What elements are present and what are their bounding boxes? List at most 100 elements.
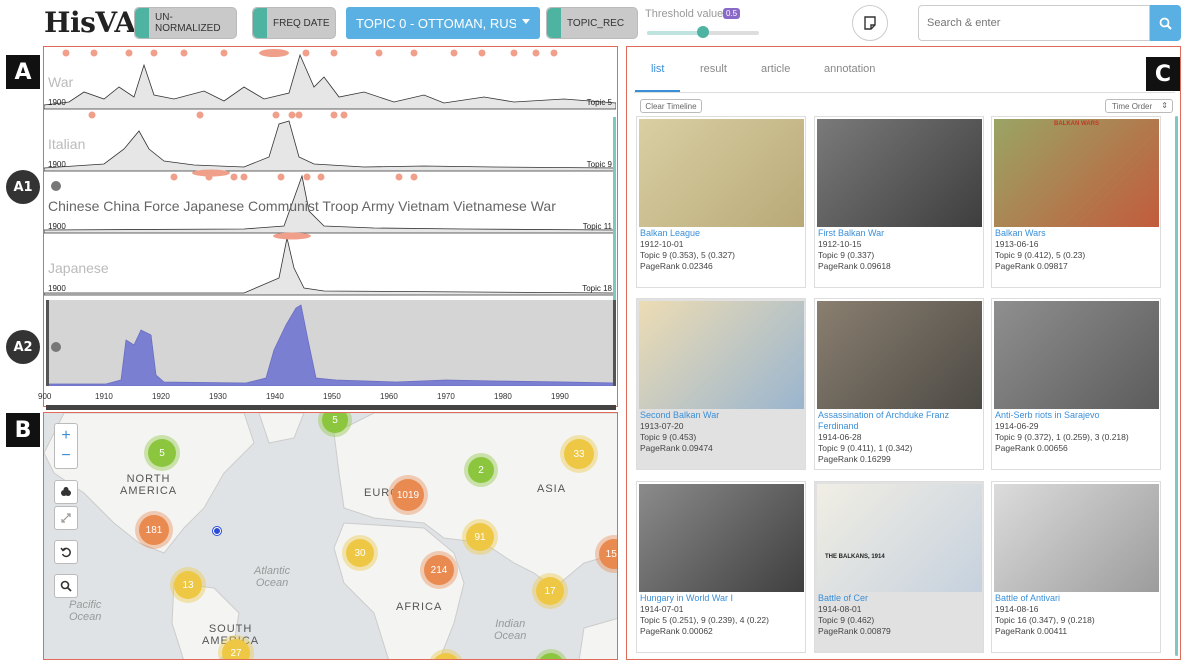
map-cluster[interactable]: 91 (466, 523, 494, 551)
article-thumbnail[interactable]: BALKAN WARS (994, 119, 1159, 227)
reset-view-button[interactable] (54, 540, 78, 564)
map-cluster[interactable]: 17 (536, 577, 564, 605)
card-title[interactable]: Hungary in World War I (640, 593, 804, 604)
tab-list[interactable]: list (651, 63, 664, 75)
tab-article[interactable]: article (761, 63, 790, 75)
event-dot[interactable] (277, 173, 285, 181)
timeline-area[interactable] (44, 237, 616, 296)
map-cluster[interactable]: 181 (139, 515, 169, 545)
event-dot[interactable] (220, 49, 228, 57)
card-title[interactable]: Balkan League (640, 228, 804, 239)
timeline-area[interactable] (44, 120, 616, 172)
event-dot[interactable] (150, 49, 158, 57)
tab-result[interactable]: result (700, 63, 727, 75)
event-dot[interactable] (330, 111, 338, 119)
event-dot[interactable] (88, 111, 96, 119)
event-dot[interactable] (303, 173, 311, 181)
topic-timelines[interactable]: War 1900 Topic 5 Italian 1900 Topic 9 Chinese … (44, 47, 616, 299)
location-marker[interactable] (213, 527, 221, 535)
topic-rec-toggle[interactable]: TOPIC_REC (546, 7, 638, 39)
event-dot[interactable] (532, 49, 540, 57)
card-title[interactable]: First Balkan War (818, 228, 982, 239)
event-dot[interactable] (125, 49, 133, 57)
event-dot[interactable] (395, 173, 403, 181)
article-thumbnail[interactable] (994, 301, 1159, 409)
map-panel[interactable]: NORTH AMERICAEUROPEASIAAFRICASOUTH AMERI… (43, 412, 618, 660)
annotation-button[interactable] (852, 5, 888, 41)
card-title[interactable]: Balkan Wars (995, 228, 1159, 239)
brush-handle-left[interactable] (46, 300, 49, 386)
world-map[interactable] (44, 413, 618, 660)
result-card[interactable]: BALKAN WARS Balkan Wars 1913-06-16 Topic 9 … (991, 116, 1161, 288)
event-cluster[interactable] (259, 49, 289, 57)
event-dot[interactable] (230, 173, 238, 181)
map-cluster[interactable]: 13 (174, 571, 202, 599)
map-cluster[interactable]: 1019 (392, 479, 424, 511)
article-thumbnail[interactable]: THE BALKANS, 1914 (817, 484, 982, 592)
topic-dropdown[interactable]: TOPIC 0 - OTTOMAN, RUSSIA (346, 7, 540, 39)
result-card[interactable]: Battle of Antivari 1914-08-16 Topic 16 (0.… (991, 481, 1161, 653)
event-dot[interactable] (196, 111, 204, 119)
event-dot[interactable] (240, 173, 248, 181)
event-dot[interactable] (62, 49, 70, 57)
event-dot[interactable] (375, 49, 383, 57)
event-dot[interactable] (550, 49, 558, 57)
result-card[interactable]: THE BALKANS, 1914 Battle of Cer 1914-08-01… (814, 481, 984, 653)
tab-annotation[interactable]: annotation (824, 63, 875, 75)
map-cluster[interactable]: 214 (424, 555, 454, 585)
results-scrollbar[interactable] (1175, 116, 1178, 656)
event-dot[interactable] (295, 111, 303, 119)
map-cluster[interactable]: 5 (148, 439, 176, 467)
article-thumbnail[interactable] (639, 484, 804, 592)
map-cluster[interactable]: 30 (346, 539, 374, 567)
result-card[interactable]: Balkan League 1912-10-01 Topic 9 (0.353), … (636, 116, 806, 288)
sort-order-select[interactable]: Time Order ⇕ (1105, 99, 1173, 113)
threshold-slider-handle[interactable] (697, 26, 709, 38)
event-dot[interactable] (170, 173, 178, 181)
timeline-area[interactable] (44, 53, 616, 110)
map-cluster[interactable]: 2 (468, 457, 494, 483)
result-card[interactable]: Assassination of Archduke Franz Ferdinan… (814, 298, 984, 470)
panel-divider[interactable] (46, 405, 616, 410)
event-dot[interactable] (450, 49, 458, 57)
event-dot[interactable] (410, 49, 418, 57)
event-dot[interactable] (302, 49, 310, 57)
article-thumbnail[interactable] (817, 119, 982, 227)
card-title[interactable]: Battle of Antivari (995, 593, 1159, 604)
event-dot[interactable] (90, 49, 98, 57)
result-card[interactable]: Hungary in World War I 1914-07-01 Topic 5 … (636, 481, 806, 653)
event-dot[interactable] (317, 173, 325, 181)
clear-timeline-button[interactable]: Clear Timeline (640, 99, 702, 113)
fullscreen-button[interactable] (54, 506, 78, 530)
map-cluster[interactable]: 27 (222, 639, 250, 659)
search-button[interactable] (1150, 5, 1181, 41)
freq-date-toggle[interactable]: FREQ DATE (252, 7, 336, 39)
map-search-button[interactable] (54, 574, 78, 598)
result-card[interactable]: First Balkan War 1912-10-15 Topic 9 (0.337… (814, 116, 984, 288)
event-dot[interactable] (180, 49, 188, 57)
event-dot[interactable] (478, 49, 486, 57)
article-thumbnail[interactable] (817, 301, 982, 409)
result-card[interactable]: Anti-Serb riots in Sarajevo 1914-06-29 Top… (991, 298, 1161, 470)
search-input[interactable] (918, 5, 1150, 41)
article-thumbnail[interactable] (639, 301, 804, 409)
unnormalized-toggle[interactable]: UN-NORMALIZED (134, 7, 237, 39)
zoom-in-button[interactable]: + (61, 426, 70, 446)
article-thumbnail[interactable] (994, 484, 1159, 592)
card-title[interactable]: Assassination of Archduke Franz Ferdinan… (818, 410, 982, 432)
zoom-out-button[interactable]: − (61, 446, 70, 466)
event-dot[interactable] (340, 111, 348, 119)
event-cluster[interactable] (273, 232, 311, 240)
event-dot[interactable] (410, 173, 418, 181)
event-dot[interactable] (330, 49, 338, 57)
card-title[interactable]: Battle of Cer (818, 593, 982, 604)
cluster-toggle-button[interactable] (54, 480, 78, 504)
event-dot[interactable] (272, 111, 280, 119)
event-cluster[interactable] (192, 169, 230, 177)
brush-handle-right[interactable] (613, 300, 616, 386)
map-cluster[interactable]: 33 (564, 439, 594, 469)
timeline-scrollbar[interactable] (613, 117, 616, 300)
result-card[interactable]: Second Balkan War 1913-07-20 Topic 9 (0.45… (636, 298, 806, 470)
event-dot[interactable] (510, 49, 518, 57)
card-title[interactable]: Second Balkan War (640, 410, 804, 421)
